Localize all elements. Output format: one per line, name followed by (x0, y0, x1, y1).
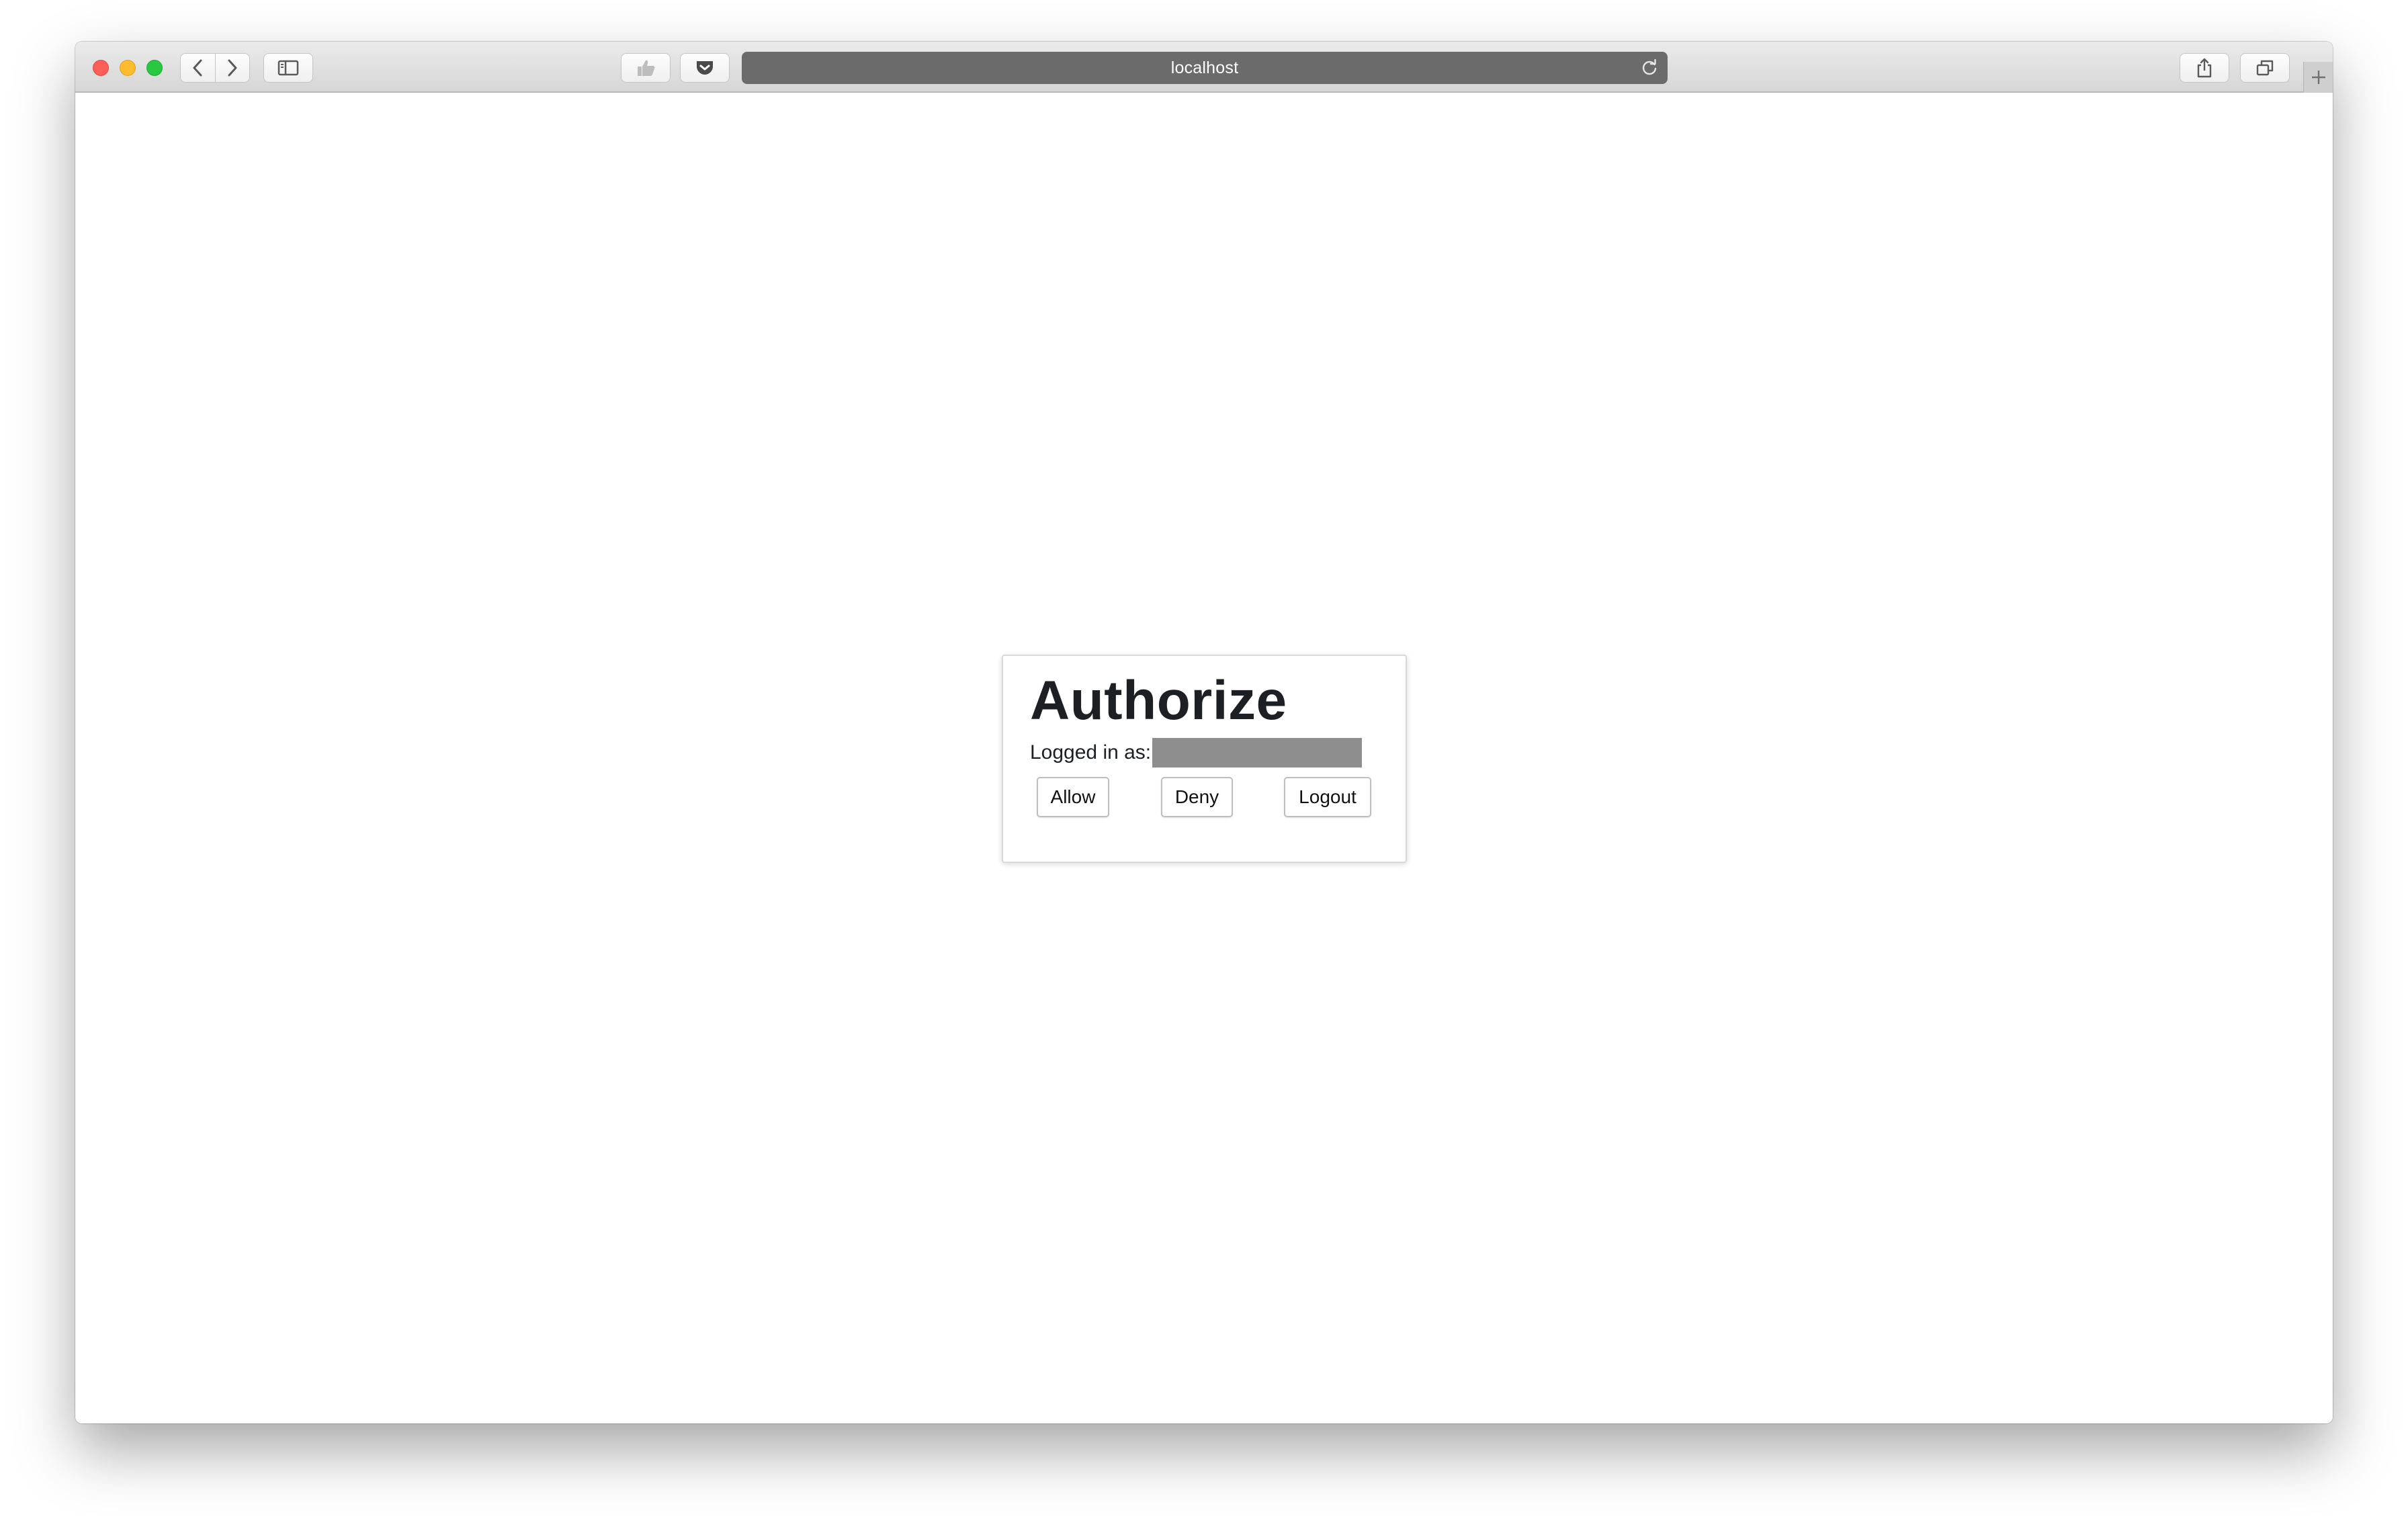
address-bar[interactable]: localhost (742, 52, 1668, 84)
sidebar-button[interactable] (263, 53, 313, 83)
tabs-overview-icon (2256, 60, 2274, 76)
pocket-button[interactable] (680, 53, 730, 83)
share-icon (2197, 58, 2212, 78)
logged-in-row: Logged in as: (1030, 738, 1363, 768)
chevron-right-icon (228, 59, 237, 77)
tabs-overview-button[interactable] (2240, 53, 2290, 83)
pocket-icon (697, 61, 713, 75)
minimize-window-button[interactable] (120, 60, 136, 76)
allow-button[interactable]: Allow (1037, 777, 1109, 817)
authorize-card: Authorize Logged in as: Allow Deny Logou… (1002, 655, 1407, 863)
zoom-window-button[interactable] (146, 60, 163, 76)
share-button[interactable] (2180, 53, 2229, 83)
extension-button[interactable] (621, 53, 671, 83)
redacted-username (1152, 738, 1363, 768)
sidebar-icon (277, 60, 299, 76)
reload-icon (1642, 59, 1657, 75)
logout-button[interactable]: Logout (1284, 777, 1371, 817)
reload-button[interactable] (1641, 59, 1658, 77)
page-content: Authorize Logged in as: Allow Deny Logou… (75, 93, 2333, 1423)
page-title: Authorize (1030, 670, 1287, 731)
browser-toolbar: localhost (75, 42, 2333, 93)
thumbs-up-icon (638, 60, 655, 76)
navigation-buttons (180, 53, 250, 83)
close-window-button[interactable] (93, 60, 109, 76)
plus-icon (2311, 71, 2325, 84)
back-button[interactable] (181, 54, 215, 82)
new-tab-button[interactable] (2303, 62, 2333, 93)
logged-in-label: Logged in as: (1030, 741, 1152, 763)
deny-button[interactable]: Deny (1161, 777, 1233, 817)
chevron-left-icon (193, 59, 202, 77)
address-text: localhost (1170, 58, 1239, 77)
forward-button[interactable] (214, 54, 250, 82)
browser-window: localhost Authorize Logged in as: Allow … (75, 42, 2333, 1423)
